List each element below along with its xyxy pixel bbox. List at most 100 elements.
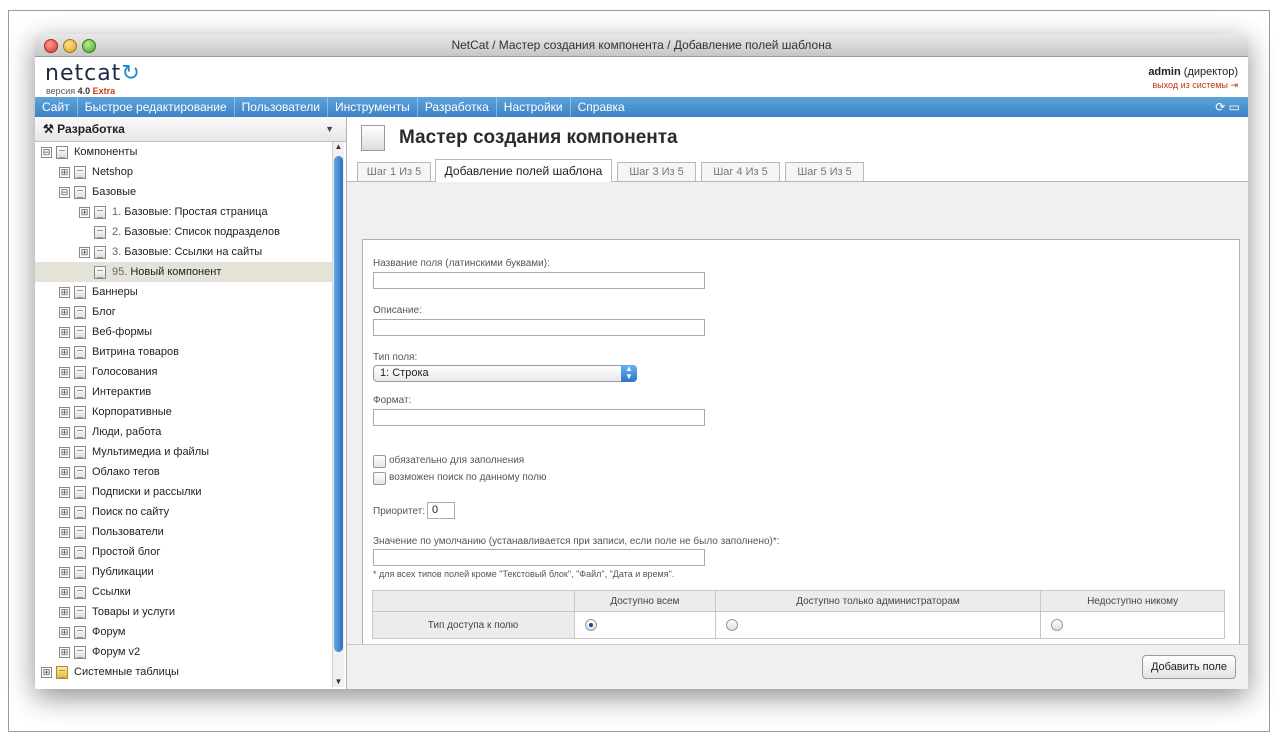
tree-item[interactable]: ⊞ Публикации	[35, 562, 332, 582]
expand-icon[interactable]: ⊞	[59, 506, 70, 518]
expand-icon[interactable]: ⊞	[41, 666, 52, 678]
tree-item[interactable]: ⊞ Форум	[35, 622, 332, 642]
tree-item[interactable]: ⊞ 3. Базовые: Ссылки на сайты	[35, 242, 332, 262]
field-form-panel: Название поля (латинскими буквами): Опис…	[362, 239, 1240, 659]
sidebar-header[interactable]: ⚒ Разработка ▼	[35, 117, 346, 142]
tree-item[interactable]: ⊞ Веб-формы	[35, 322, 332, 342]
expand-icon[interactable]: ⊞	[59, 526, 70, 538]
scrollbar-thumb[interactable]	[334, 156, 343, 652]
expand-icon[interactable]: ⊞	[59, 626, 70, 638]
tree-item[interactable]: ⊞ Интерактив	[35, 382, 332, 402]
tab-step-5[interactable]: Шаг 5 Из 5	[785, 162, 864, 181]
tree-item[interactable]: ⊞ Товары и услуги	[35, 602, 332, 622]
expand-icon[interactable]: ⊞	[59, 306, 70, 318]
format-input[interactable]	[373, 409, 705, 426]
menu-users[interactable]: Пользователи	[235, 97, 328, 117]
expand-icon[interactable]: ⊞	[59, 646, 70, 658]
expand-icon[interactable]: ⊞	[59, 426, 70, 438]
field-type-select[interactable]: 1: Строка ▲ ▼	[373, 365, 637, 382]
expand-icon[interactable]: ⊞	[59, 366, 70, 378]
version-info: версия 4.0 Extra	[46, 86, 116, 96]
refresh-icon[interactable]: ⟳	[1215, 100, 1225, 114]
tab-step-1[interactable]: Шаг 1 Из 5	[357, 162, 431, 181]
tree-item[interactable]: ⊞ Форум v2	[35, 642, 332, 662]
sidebar-scrollbar[interactable]: ▲ ▼	[332, 142, 344, 687]
access-nobody-radio[interactable]	[1051, 619, 1064, 631]
menu-quick-edit[interactable]: Быстрое редактирование	[78, 97, 235, 117]
minimize-window-button[interactable]	[63, 39, 77, 53]
tree-item[interactable]: ⊟ Компоненты	[35, 142, 332, 162]
tree-item[interactable]: ⊟ Базовые	[35, 182, 332, 202]
tab-step-3[interactable]: Шаг 3 Из 5	[617, 162, 696, 181]
netcat-logo[interactable]: netcat↻	[45, 61, 141, 86]
expand-icon[interactable]: ⊞	[59, 486, 70, 498]
tree-item[interactable]: ⊞ Баннеры	[35, 282, 332, 302]
menu-help[interactable]: Справка	[571, 97, 632, 117]
tree-item[interactable]: ⊞ Ссылки	[35, 582, 332, 602]
component-icon	[56, 145, 68, 159]
component-icon	[74, 165, 86, 179]
expand-icon[interactable]: ⊞	[59, 546, 70, 558]
expand-icon[interactable]: ⊞	[59, 586, 70, 598]
tree-item-label: Веб-формы	[92, 326, 153, 338]
tree-item[interactable]: ⊞ Витрина товаров	[35, 342, 332, 362]
expand-icon[interactable]: ⊞	[59, 386, 70, 398]
tree-item-label: Люди, работа	[92, 426, 162, 438]
tab-add-fields[interactable]: Добавление полей шаблона	[435, 159, 612, 182]
expand-icon[interactable]: ⊞	[79, 206, 90, 218]
expand-icon[interactable]: ⊞	[59, 566, 70, 578]
chevron-down-icon[interactable]: ▼	[325, 117, 334, 141]
tree-item[interactable]: ⊞ Пользователи	[35, 522, 332, 542]
tree-item[interactable]: ⊞ Блог	[35, 302, 332, 322]
component-icon	[74, 445, 86, 459]
logout-link[interactable]: выход из системы ⇥	[1148, 80, 1238, 91]
chat-icon[interactable]: ▭	[1229, 100, 1240, 114]
tree-item[interactable]: ⊞ Простой блог	[35, 542, 332, 562]
add-field-button[interactable]: Добавить поле	[1141, 655, 1236, 679]
component-icon	[74, 425, 86, 439]
maximize-window-button[interactable]	[82, 39, 96, 53]
tree-item[interactable]: ⊞ Системные таблицы	[35, 662, 332, 682]
menu-site[interactable]: Сайт	[35, 97, 78, 117]
tree-item[interactable]: ⊞ Netshop	[35, 162, 332, 182]
required-checkbox[interactable]	[373, 455, 386, 468]
access-all-radio[interactable]	[585, 619, 597, 631]
tree-item-label: Поиск по сайту	[92, 506, 170, 518]
menu-settings[interactable]: Настройки	[497, 97, 571, 117]
collapse-icon[interactable]: ⊟	[59, 186, 70, 198]
tab-step-4[interactable]: Шаг 4 Из 5	[701, 162, 780, 181]
expand-icon[interactable]: ⊞	[59, 286, 70, 298]
tree-item[interactable]: ⊞ Подписки и рассылки	[35, 482, 332, 502]
expand-icon[interactable]: ⊞	[79, 246, 90, 258]
tree-item[interactable]: ⊞ Облако тегов	[35, 462, 332, 482]
collapse-icon[interactable]: ⊟	[41, 146, 52, 158]
tree-item[interactable]: ⊞ Голосования	[35, 362, 332, 382]
expand-icon[interactable]: ⊞	[59, 466, 70, 478]
scroll-down-icon[interactable]: ▼	[333, 677, 344, 687]
expand-icon[interactable]: ⊞	[59, 606, 70, 618]
tree-item[interactable]: ⊞ Мультимедиа и файлы	[35, 442, 332, 462]
expand-icon[interactable]: ⊞	[59, 406, 70, 418]
scroll-up-icon[interactable]: ▲	[333, 142, 344, 152]
access-admins-cell	[714, 611, 1042, 639]
tree-item[interactable]: ⊞ 1. Базовые: Простая страница	[35, 202, 332, 222]
expand-icon[interactable]: ⊞	[59, 326, 70, 338]
tree-item[interactable]: ⊞ Люди, работа	[35, 422, 332, 442]
searchable-checkbox[interactable]	[373, 472, 386, 485]
close-window-button[interactable]	[44, 39, 58, 53]
field-name-input[interactable]	[373, 272, 705, 289]
tree-item[interactable]: ⊞ Корпоративные	[35, 402, 332, 422]
menu-development[interactable]: Разработка	[418, 97, 497, 117]
access-admins-radio[interactable]	[725, 619, 738, 631]
default-value-input[interactable]	[373, 549, 705, 566]
tree-item[interactable]: 2. Базовые: Список подразделов	[35, 222, 332, 242]
expand-icon[interactable]: ⊞	[59, 166, 70, 178]
expand-icon[interactable]: ⊞	[59, 346, 70, 358]
tree-item[interactable]: 95. Новый компонент	[35, 262, 332, 282]
table-folder-icon	[56, 665, 68, 679]
priority-input[interactable]: 0	[427, 502, 455, 519]
description-input[interactable]	[373, 319, 705, 336]
tree-item[interactable]: ⊞ Поиск по сайту	[35, 502, 332, 522]
expand-icon[interactable]: ⊞	[59, 446, 70, 458]
menu-tools[interactable]: Инструменты	[328, 97, 418, 117]
